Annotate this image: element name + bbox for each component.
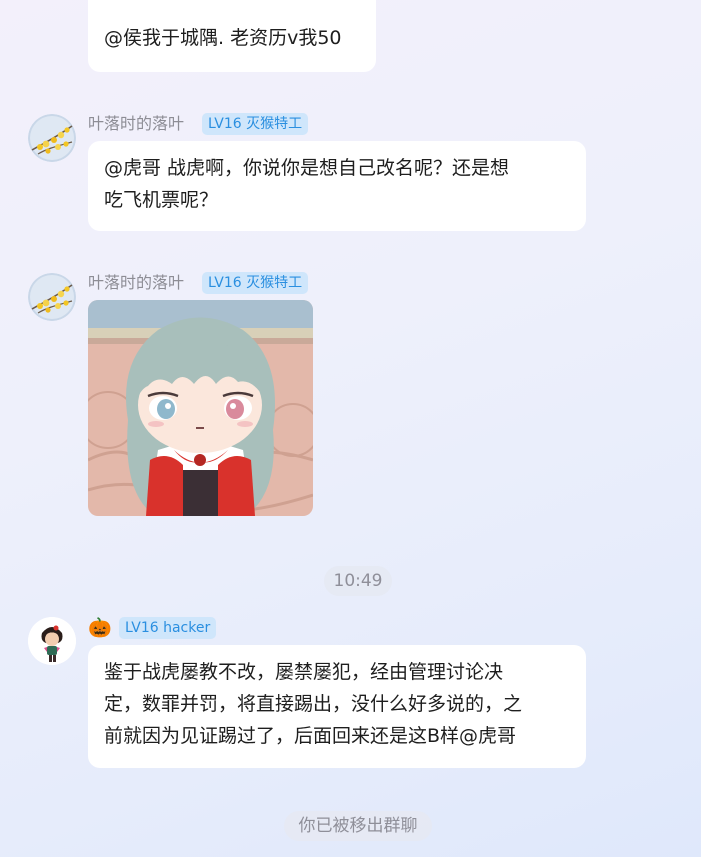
flower-branch-avatar-icon [28, 114, 76, 162]
message-bubble[interactable]: @侯我于城隅. 老资历v我50 [88, 0, 376, 72]
sender-name[interactable]: 叶落时的落叶 [88, 272, 184, 294]
sender-name[interactable]: 叶落时的落叶 [88, 113, 184, 135]
member-level-badge: LV16 灭猴特工 [202, 272, 309, 294]
anime-girl-sticker-image [88, 300, 313, 516]
image-message[interactable] [88, 300, 313, 516]
message-bubble[interactable]: @虎哥 战虎啊，你说你是想自己改名呢？还是想 吃飞机票呢？ [88, 141, 586, 231]
avatar[interactable] [28, 617, 76, 665]
chat-history: @侯我于城隅. 老资历v我50 叶落时的落叶 LV16 灭猴特工 @虎哥 战虎啊… [0, 0, 701, 857]
avatar[interactable] [28, 114, 76, 162]
message-text-line: 吃飞机票呢？ [104, 189, 219, 211]
timestamp-divider: 10:49 [324, 566, 392, 596]
cartoon-girl-avatar-icon [28, 617, 76, 665]
message-bubble[interactable]: 鉴于战虎屡教不改，屡禁屡犯，经由管理讨论决 定，数罪并罚，将直接踢出，没什么好多… [88, 645, 586, 768]
message-text: @侯我于城隅. 老资历v我50 [104, 27, 342, 49]
message-text-line: 鉴于战虎屡教不改，屡禁屡犯，经由管理讨论决 [104, 661, 504, 683]
message-text-line: 定，数罪并罚，将直接踢出，没什么好多说的，之 [104, 693, 523, 715]
system-notice: 你已被移出群聊 [284, 811, 432, 841]
sender-name[interactable]: 🎃 [88, 616, 112, 640]
message-text-line: @虎哥 战虎啊，你说你是想自己改名呢？还是想 [104, 157, 510, 179]
avatar[interactable] [28, 273, 76, 321]
member-level-badge: LV16 灭猴特工 [202, 113, 309, 135]
member-level-badge: LV16 hacker [119, 617, 217, 639]
message-text-line: 前就因为见证踢过了，后面回来还是这B样@虎哥 [104, 725, 517, 747]
flower-branch-avatar-icon [28, 273, 76, 321]
